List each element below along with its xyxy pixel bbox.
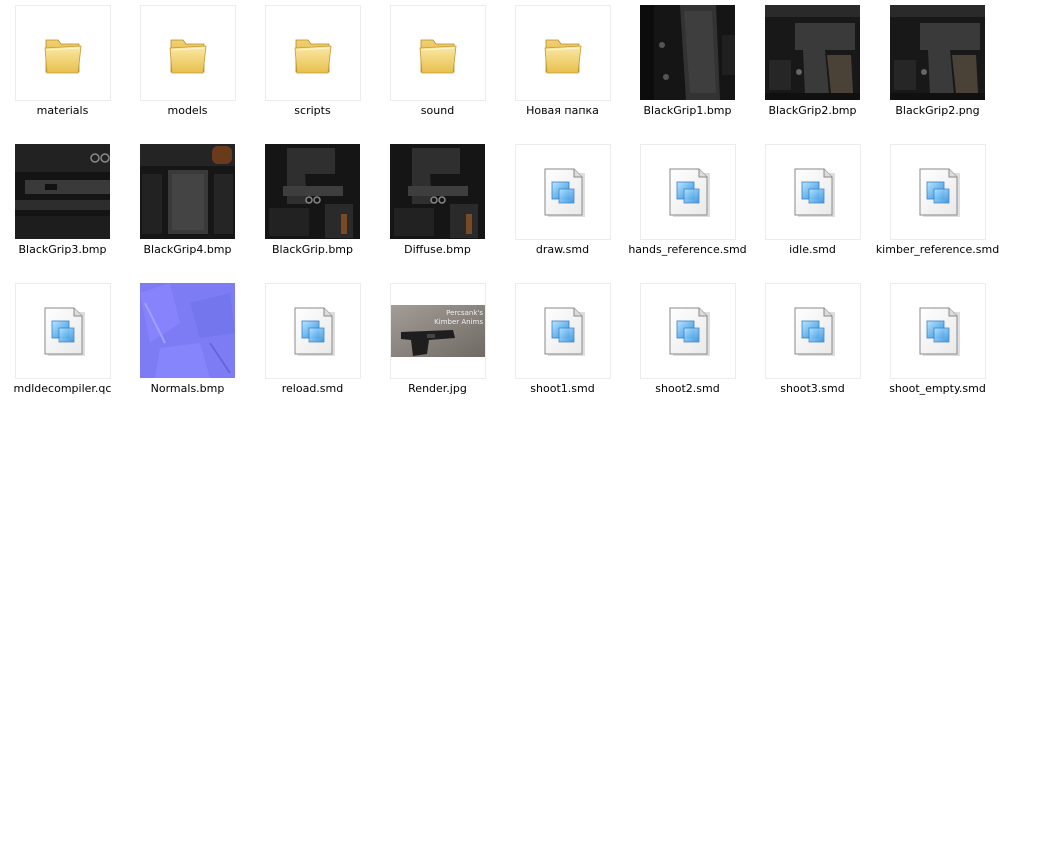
file-item[interactable]: BlackGrip3.bmp [0,139,125,269]
file-name-label: scripts [294,104,331,117]
folder-icon [15,5,111,101]
file-name-label: Normals.bmp [150,382,225,395]
gun-magazine-thumbnail [140,144,235,239]
file-name-label: BlackGrip.bmp [271,243,354,256]
file-item[interactable]: shoot3.smd [750,278,875,408]
folder-icon [265,5,361,101]
file-name-label: Новая папка [526,104,599,117]
file-item[interactable]: scripts [250,0,375,130]
document-icon [765,144,861,240]
document-icon [640,144,736,240]
file-item[interactable]: BlackGrip2.png [875,0,1000,130]
file-item[interactable]: BlackGrip.bmp [250,139,375,269]
file-name-label: sound [420,104,455,117]
document-icon [890,283,986,379]
file-name-label: BlackGrip2.png [895,104,980,117]
gun-barrel-thumbnail [15,144,110,239]
file-item[interactable]: BlackGrip2.bmp [750,0,875,130]
document-icon [515,144,611,240]
file-item[interactable]: hands_reference.smd [625,139,750,269]
file-name-label: BlackGrip3.bmp [18,243,107,256]
render-caption-line1: Percsank's [446,309,483,317]
file-name-label: draw.smd [535,243,590,256]
file-name-label: BlackGrip4.bmp [143,243,232,256]
file-item[interactable]: materials [0,0,125,130]
file-item[interactable]: models [125,0,250,130]
file-item[interactable]: Новая папка [500,0,625,130]
gun-parts-thumbnail [265,144,360,239]
file-name-label: Diffuse.bmp [404,243,471,256]
pistol-render-thumbnail: Percsank's Kimber Anims [390,283,486,379]
file-name-label: shoot_empty.smd [889,382,986,395]
document-icon [15,283,111,379]
file-item[interactable]: shoot2.smd [625,278,750,408]
file-name-label: mdldecompiler.qc [13,382,112,395]
file-name-label: BlackGrip2.bmp [768,104,857,117]
file-item[interactable]: BlackGrip1.bmp [625,0,750,130]
file-name-label: shoot2.smd [655,382,720,395]
file-name-label: idle.smd [789,243,836,256]
folder-icon [140,5,236,101]
file-item[interactable]: reload.smd [250,278,375,408]
file-item[interactable]: kimber_reference.smd [875,139,1000,269]
file-item[interactable]: Percsank's Kimber Anims Render.jpg [375,278,500,408]
document-icon [765,283,861,379]
gun-parts-thumbnail [390,144,485,239]
file-icon-view: materials models scripts sound Новая пап… [0,0,1039,856]
file-item[interactable]: shoot_empty.smd [875,278,1000,408]
file-item[interactable]: idle.smd [750,139,875,269]
gun-grip-thumbnail [640,5,735,100]
file-name-label: shoot1.smd [530,382,595,395]
file-item[interactable]: BlackGrip4.bmp [125,139,250,269]
file-item[interactable]: Normals.bmp [125,278,250,408]
file-item[interactable]: mdldecompiler.qc [0,278,125,408]
document-icon [640,283,736,379]
gun-slide-thumbnail [890,5,985,100]
document-icon [890,144,986,240]
file-item[interactable]: Diffuse.bmp [375,139,500,269]
file-item[interactable]: sound [375,0,500,130]
normal-map-thumbnail [140,283,235,378]
file-name-label: Render.jpg [408,382,467,395]
file-name-label: reload.smd [281,382,344,395]
file-item[interactable]: draw.smd [500,139,625,269]
file-name-label: kimber_reference.smd [875,243,1000,256]
file-name-label: BlackGrip1.bmp [643,104,732,117]
file-item[interactable]: shoot1.smd [500,278,625,408]
file-name-label: hands_reference.smd [628,243,747,256]
gun-slide-thumbnail [765,5,860,100]
file-name-label: models [167,104,208,117]
render-caption-line2: Kimber Anims [434,318,483,326]
file-name-label: materials [36,104,89,117]
folder-icon [390,5,486,101]
document-icon [265,283,361,379]
document-icon [515,283,611,379]
file-name-label: shoot3.smd [780,382,845,395]
folder-icon [515,5,611,101]
